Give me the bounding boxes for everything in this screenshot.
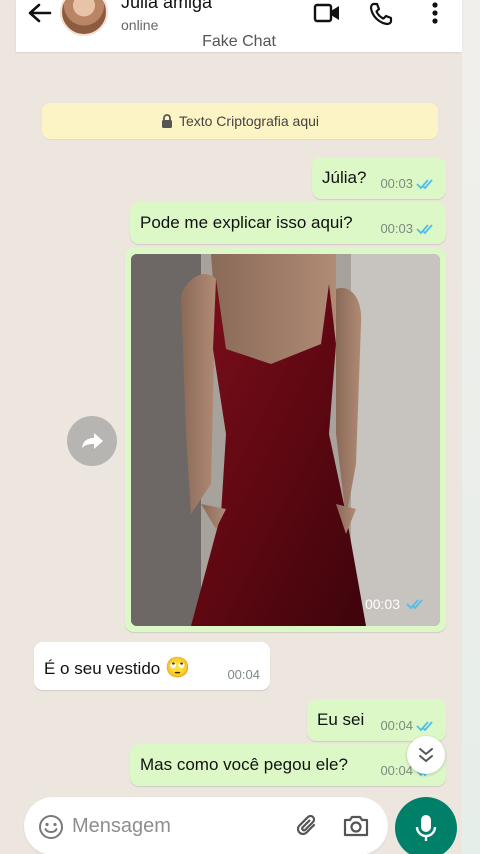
message-text-body: É o seu vestido bbox=[44, 659, 161, 678]
message-text: Eu sei bbox=[317, 710, 365, 729]
message-time: 00:03 bbox=[364, 596, 400, 612]
double-check-icon bbox=[416, 223, 433, 234]
dress-photo-illustration bbox=[131, 254, 440, 626]
camera-button[interactable] bbox=[342, 813, 370, 839]
message-meta: 00:04 bbox=[380, 718, 436, 733]
message-time: 00:03 bbox=[380, 221, 413, 236]
header-caption: Fake Chat bbox=[202, 33, 276, 50]
message-meta: 00:03 bbox=[380, 176, 436, 191]
microphone-icon bbox=[415, 815, 437, 841]
message-text: É o seu vestido 🙄 bbox=[44, 655, 190, 680]
chevron-double-down-icon bbox=[419, 748, 433, 763]
emoji-button[interactable] bbox=[38, 814, 64, 840]
phone-icon bbox=[369, 2, 393, 26]
message-text: Mas como você pegou ele? bbox=[140, 755, 348, 774]
lock-icon bbox=[161, 114, 172, 128]
voice-message-button[interactable] bbox=[395, 797, 457, 854]
message-time: 00:04 bbox=[380, 718, 413, 733]
contact-name[interactable]: Júlia amiga bbox=[121, 0, 212, 13]
forward-button[interactable] bbox=[67, 416, 117, 466]
contact-status: online bbox=[121, 17, 159, 33]
camera-icon bbox=[343, 815, 369, 837]
video-call-button[interactable] bbox=[313, 1, 341, 25]
message-text: Júlia? bbox=[322, 168, 367, 187]
message-meta: 00:04 bbox=[227, 667, 260, 682]
emoji: 🙄 bbox=[164, 657, 190, 679]
message-time: 00:04 bbox=[227, 667, 260, 682]
message-bubble-outgoing[interactable]: Mas como você pegou ele? 00:04 bbox=[130, 744, 446, 786]
message-time: 00:04 bbox=[380, 763, 413, 778]
message-text: Pode me explicar isso aqui? bbox=[140, 213, 353, 232]
shared-photo[interactable]: 00:03 bbox=[131, 254, 440, 626]
message-time: 00:03 bbox=[380, 176, 413, 191]
message-bubble-outgoing[interactable]: Pode me explicar isso aqui? 00:03 bbox=[130, 202, 446, 244]
image-message-bubble[interactable]: 00:03 bbox=[125, 248, 446, 632]
back-button[interactable] bbox=[24, 0, 54, 30]
side-strip bbox=[462, 0, 480, 854]
message-bubble-incoming[interactable]: É o seu vestido 🙄 00:04 bbox=[34, 642, 270, 690]
photo-meta: 00:03 bbox=[365, 596, 426, 612]
encryption-banner-text: Texto Criptografia aqui bbox=[178, 113, 320, 129]
paperclip-icon bbox=[296, 814, 316, 836]
double-check-icon bbox=[416, 178, 433, 189]
chat-header: Júlia amiga online Fake Chat bbox=[16, 0, 462, 52]
more-options-button[interactable] bbox=[426, 1, 444, 27]
smiley-icon bbox=[39, 815, 63, 839]
message-meta: 00:03 bbox=[380, 221, 436, 236]
message-bubble-outgoing[interactable]: Júlia? 00:03 bbox=[312, 157, 446, 199]
voice-call-button[interactable] bbox=[368, 1, 394, 27]
video-camera-icon bbox=[313, 3, 339, 23]
scroll-down-button[interactable] bbox=[407, 736, 445, 774]
avatar[interactable] bbox=[60, 0, 108, 36]
double-check-icon bbox=[416, 720, 433, 731]
double-check-icon bbox=[406, 599, 423, 610]
message-bubble-outgoing[interactable]: Eu sei 00:04 bbox=[307, 699, 446, 741]
more-vertical-icon bbox=[432, 2, 438, 24]
message-composer bbox=[24, 797, 388, 854]
message-input[interactable] bbox=[72, 810, 272, 842]
forward-icon bbox=[82, 433, 103, 449]
encryption-banner[interactable]: Texto Criptografia aqui bbox=[42, 103, 438, 139]
attach-button[interactable] bbox=[294, 812, 322, 840]
arrow-left-icon bbox=[28, 3, 52, 23]
